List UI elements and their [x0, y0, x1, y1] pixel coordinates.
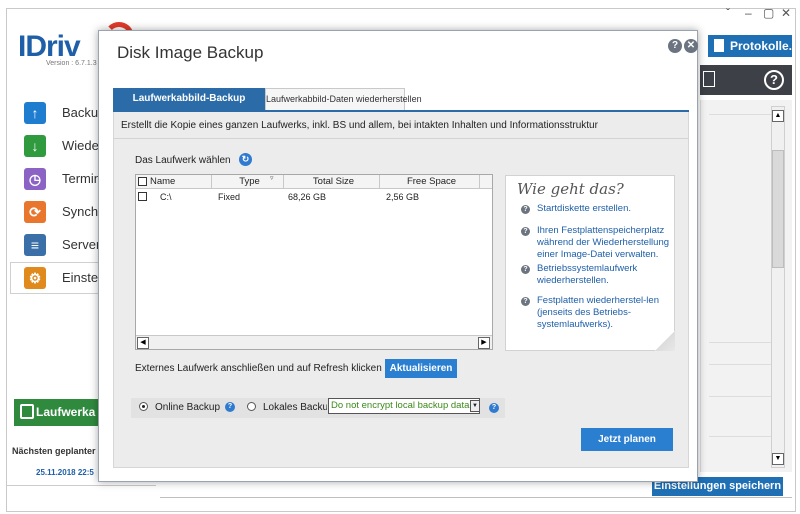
list-row-divider: [709, 396, 771, 397]
drive-free-space: 2,56 GB: [386, 192, 420, 202]
list-row-divider: [709, 436, 771, 437]
scroll-down-arrow-icon[interactable]: ▼: [772, 453, 784, 465]
sort-arrow-icon: ▿: [270, 175, 274, 182]
sidebar-item-schedule[interactable]: ◷ Termin: [14, 163, 104, 195]
column-header-total-size[interactable]: Total Size: [284, 175, 380, 189]
idrive-logo: IDriv: [18, 30, 81, 63]
encryption-select[interactable]: Do not encrypt local backup data: [328, 398, 480, 414]
tab-drive-image-backup[interactable]: Laufwerkabbild-Backup: [113, 88, 265, 110]
external-drive-label: Externes Laufwerk anschließen und auf Re…: [135, 363, 382, 374]
divider: [6, 485, 156, 486]
schedule-now-button[interactable]: Jetzt planen: [581, 428, 673, 451]
help-bullet-icon: ?: [521, 297, 530, 306]
dialog-title: Disk Image Backup: [117, 43, 264, 62]
server-icon: ≡: [24, 234, 46, 256]
horizontal-scrollbar[interactable]: ◀ ▶: [136, 335, 492, 349]
column-header-free-space[interactable]: Free Space: [380, 175, 480, 189]
help-icon[interactable]: ?: [764, 70, 784, 90]
howto-title: Wie geht das?: [517, 180, 624, 198]
maximize-button[interactable]: ▢: [763, 6, 774, 20]
backup-up-arrow-icon: ↑: [24, 102, 46, 124]
list-row-divider: [709, 114, 771, 115]
next-scheduled-label: Nächsten geplanter: [12, 446, 96, 456]
dialog-help-button[interactable]: ?: [668, 39, 682, 53]
local-backup-label[interactable]: Lokales Backu: [263, 402, 327, 413]
menu-chevron-icon[interactable]: ˇ: [726, 6, 730, 20]
drive-icon: [20, 404, 34, 419]
sync-icon: ⟳: [24, 201, 46, 223]
version-label: Version : 6.7.1.3: [46, 60, 97, 67]
document-icon: [714, 39, 724, 52]
sidebar-item-sync[interactable]: ⟳ Synch: [14, 196, 104, 228]
drive-table-header: Name Type Total Size Free Space ▿: [136, 175, 492, 189]
howto-link-disk-space[interactable]: Ihren Festplattenspeicherplatz während d…: [537, 225, 673, 261]
sidebar-item-label: Termin: [62, 171, 102, 186]
divider: [160, 497, 792, 498]
sidebar-item-label: Synch: [62, 204, 99, 219]
minimize-button[interactable]: –: [745, 6, 752, 20]
close-window-button[interactable]: ✕: [781, 6, 791, 20]
toolbar-dropdown[interactable]: [703, 71, 715, 87]
select-drive-label: Das Laufwerk wählen: [135, 155, 231, 166]
local-backup-radio[interactable]: [247, 402, 256, 411]
encryption-help-icon[interactable]: ?: [489, 403, 499, 413]
dialog-close-button[interactable]: ✕: [684, 39, 698, 53]
drive-name: C:\: [160, 192, 172, 202]
online-backup-label[interactable]: Online Backup: [155, 402, 220, 413]
table-row[interactable]: C:\ Fixed 68,26 GB 2,56 GB: [136, 190, 492, 204]
help-bullet-icon: ?: [521, 265, 530, 274]
refresh-button[interactable]: Aktualisieren: [385, 359, 457, 378]
help-bullet-icon: ?: [521, 205, 530, 214]
drive-total-size: 68,26 GB: [288, 192, 327, 202]
help-bullet-icon: ?: [521, 227, 530, 236]
scroll-left-arrow-icon[interactable]: ◀: [137, 337, 149, 349]
online-backup-help-icon[interactable]: ?: [225, 402, 235, 412]
disk-image-backup-dialog: Disk Image Backup ? ✕ Laufwerkabbild-Bac…: [98, 30, 698, 482]
drive-type: Fixed: [218, 192, 241, 202]
radio-selected-dot: [142, 405, 145, 408]
clock-icon: ◷: [24, 168, 46, 190]
list-row-divider: [709, 342, 771, 343]
backup-description: Erstellt die Kopie eines ganzen Laufwerk…: [121, 120, 598, 131]
howto-link-os-drive[interactable]: Betriebssystemlaufwerk wiederherstellen.: [537, 263, 673, 287]
chevron-down-icon[interactable]: ▼: [470, 400, 480, 412]
scroll-up-arrow-icon[interactable]: ▲: [772, 110, 784, 122]
settings-gear-icon: ⚙: [24, 267, 46, 289]
page-curl-decoration: [655, 331, 675, 351]
refresh-icon[interactable]: ↻: [239, 153, 252, 166]
tab-drive-image-restore[interactable]: Laufwerkabbild-Daten wiederherstellen: [265, 88, 422, 110]
sidebar-item-server[interactable]: ≡ Server-: [14, 229, 105, 261]
howto-link-restore-disks[interactable]: Festplatten wiederherstel-len (jenseits …: [537, 295, 669, 331]
sidebar-item-restore[interactable]: ↓ Wiede: [14, 130, 104, 162]
restore-down-arrow-icon: ↓: [24, 135, 46, 157]
scroll-right-arrow-icon[interactable]: ▶: [478, 337, 490, 349]
sidebar-item-backup[interactable]: ↑ Backu: [14, 97, 104, 129]
column-header-name[interactable]: Name: [146, 175, 212, 189]
next-scheduled-date: 25.11.2018 22:5: [36, 468, 94, 477]
sidebar-item-label: Wiede: [62, 138, 99, 153]
sidebar-item-settings[interactable]: ⚙ Einstell: [14, 262, 104, 294]
sidebar-item-label: Backu: [62, 105, 99, 120]
scrollbar-thumb[interactable]: [772, 150, 784, 268]
drive-checkbox[interactable]: [138, 192, 147, 201]
divider: [113, 138, 689, 139]
list-row-divider: [709, 364, 771, 365]
howto-link-boot-disk[interactable]: Startdiskette erstellen.: [537, 203, 673, 215]
